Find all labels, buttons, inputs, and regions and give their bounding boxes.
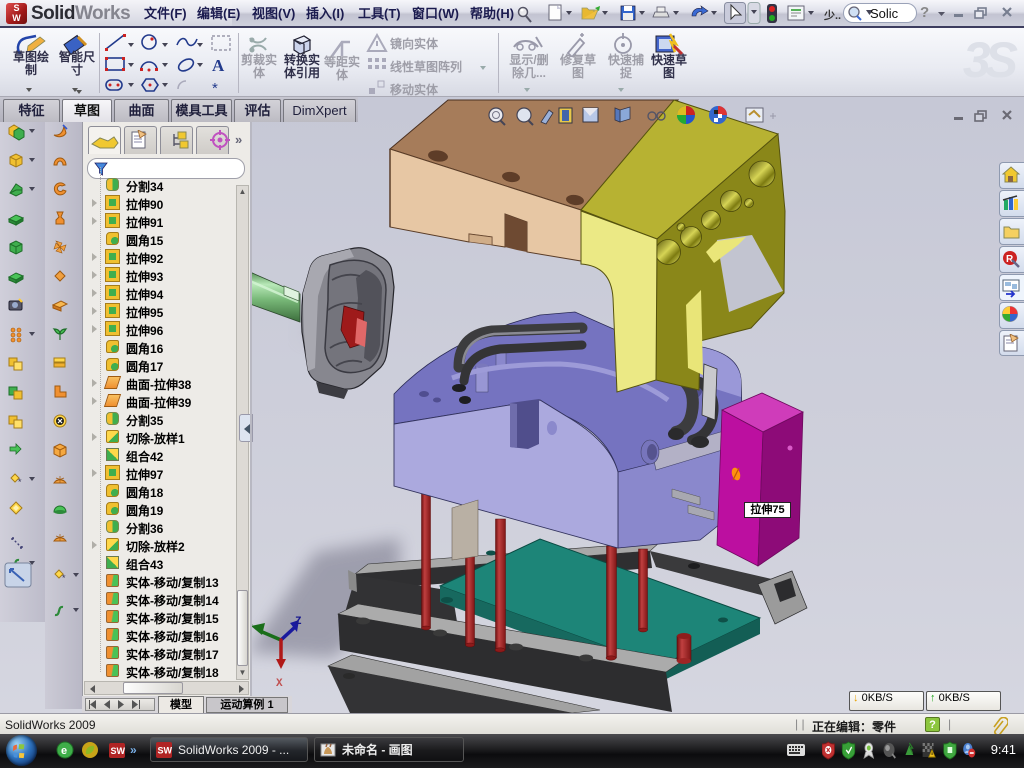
svg-text:e: e	[61, 745, 67, 757]
svg-text:少..: 少..	[823, 8, 841, 22]
svg-text:SW: SW	[111, 746, 126, 756]
svg-text:X: X	[276, 678, 283, 690]
svg-text:Z: Z	[295, 616, 302, 628]
svg-text:SW: SW	[158, 746, 173, 756]
svg-text:»: »	[130, 743, 137, 757]
svg-text:A: A	[212, 56, 225, 75]
svg-text:*: *	[212, 80, 218, 95]
